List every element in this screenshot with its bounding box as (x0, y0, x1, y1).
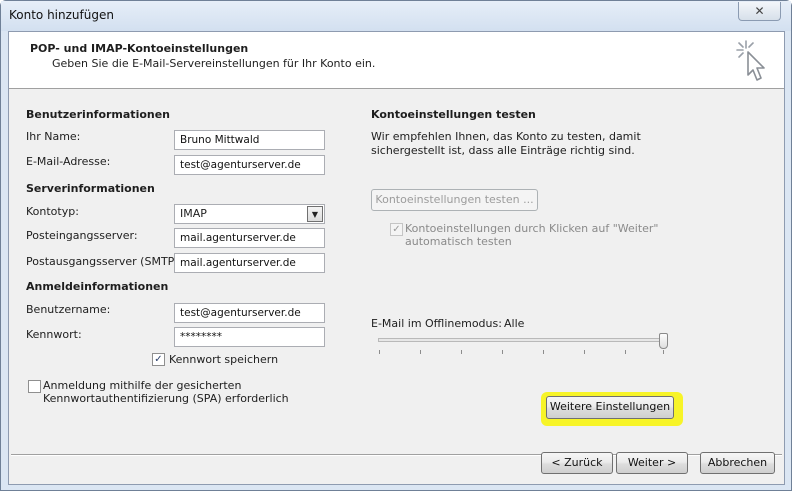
close-icon: ✕ (754, 4, 765, 18)
test-settings-heading: Kontoeinstellungen testen (371, 108, 536, 121)
slider-tick (625, 350, 626, 354)
slider-tick (543, 350, 544, 354)
slider-tick (379, 350, 380, 354)
password-input[interactable]: ******** (174, 327, 325, 347)
slider-thumb[interactable] (659, 333, 668, 349)
auto-test-checkbox[interactable]: ✓ (390, 223, 403, 236)
incoming-server-label: Posteingangsserver: (26, 229, 138, 242)
close-button[interactable]: ✕ (738, 2, 781, 21)
email-input[interactable]: test@agenturserver.de (174, 155, 325, 175)
auto-test-label-line1: Kontoeinstellungen durch Klicken auf "We… (405, 222, 659, 235)
slider-tick (420, 350, 421, 354)
email-label: E-Mail-Adresse: (26, 155, 111, 168)
login-info-heading: Anmeldeinformationen (26, 280, 169, 293)
offline-mode-value: Alle (504, 317, 525, 330)
test-description-line1: Wir empfehlen Ihnen, das Konto zu testen… (371, 130, 641, 143)
dialog-window: Konto hinzufügen ✕ POP- und IMAP-Kontoei… (0, 0, 792, 491)
page-title: POP- und IMAP-Kontoeinstellungen (30, 42, 249, 55)
test-description-line2: sichergestellt ist, dass alle Einträge r… (371, 144, 635, 157)
back-button[interactable]: < Zurück (541, 452, 613, 474)
name-input[interactable]: Bruno Mittwald (174, 130, 325, 150)
auto-test-label-line2: automatisch testen (405, 235, 512, 248)
incoming-server-input[interactable]: mail.agenturserver.de (174, 228, 325, 248)
remember-password-checkbox[interactable]: ✓ (152, 353, 165, 366)
slider-track[interactable] (378, 338, 665, 342)
window-title: Konto hinzufügen (9, 8, 114, 22)
outgoing-server-label: Postausgangsserver (SMTP): (26, 255, 183, 268)
outgoing-server-input[interactable]: mail.agenturserver.de (174, 253, 325, 273)
server-info-heading: Serverinformationen (26, 182, 155, 195)
account-type-select[interactable]: IMAP ▼ (174, 204, 325, 224)
cancel-button[interactable]: Abbrechen (700, 452, 775, 474)
more-settings-button[interactable]: Weitere Einstellungen (546, 396, 674, 419)
account-type-label: Kontotyp: (26, 205, 79, 218)
offline-mode-label: E-Mail im Offlinemodus: (371, 317, 502, 330)
next-button[interactable]: Weiter > (616, 452, 688, 474)
spa-checkbox[interactable] (28, 380, 41, 393)
page-subtitle: Geben Sie die E-Mail-Servereinstellungen… (52, 57, 376, 70)
test-account-button[interactable]: Kontoeinstellungen testen ... (371, 189, 538, 211)
chevron-down-icon[interactable]: ▼ (307, 206, 323, 222)
wizard-cursor-icon (736, 40, 765, 81)
slider-tick (663, 350, 664, 354)
remember-password-label: Kennwort speichern (169, 353, 279, 366)
account-type-value: IMAP (180, 207, 207, 220)
slider-tick (461, 350, 462, 354)
username-label: Benutzername: (26, 303, 111, 316)
spa-label-line1: Anmeldung mithilfe der gesicherten (43, 379, 242, 392)
user-info-heading: Benutzerinformationen (26, 108, 171, 121)
slider-tick (502, 350, 503, 354)
slider-tick (584, 350, 585, 354)
password-label: Kennwort: (26, 328, 82, 341)
title-bar[interactable]: Konto hinzufügen ✕ (1, 1, 791, 31)
header-band: POP- und IMAP-Kontoeinstellungen Geben S… (9, 32, 784, 89)
username-input[interactable]: test@agenturserver.de (174, 303, 325, 323)
spa-label-line2: Kennwortauthentifizierung (SPA) erforder… (43, 392, 289, 405)
name-label: Ihr Name: (26, 130, 81, 143)
